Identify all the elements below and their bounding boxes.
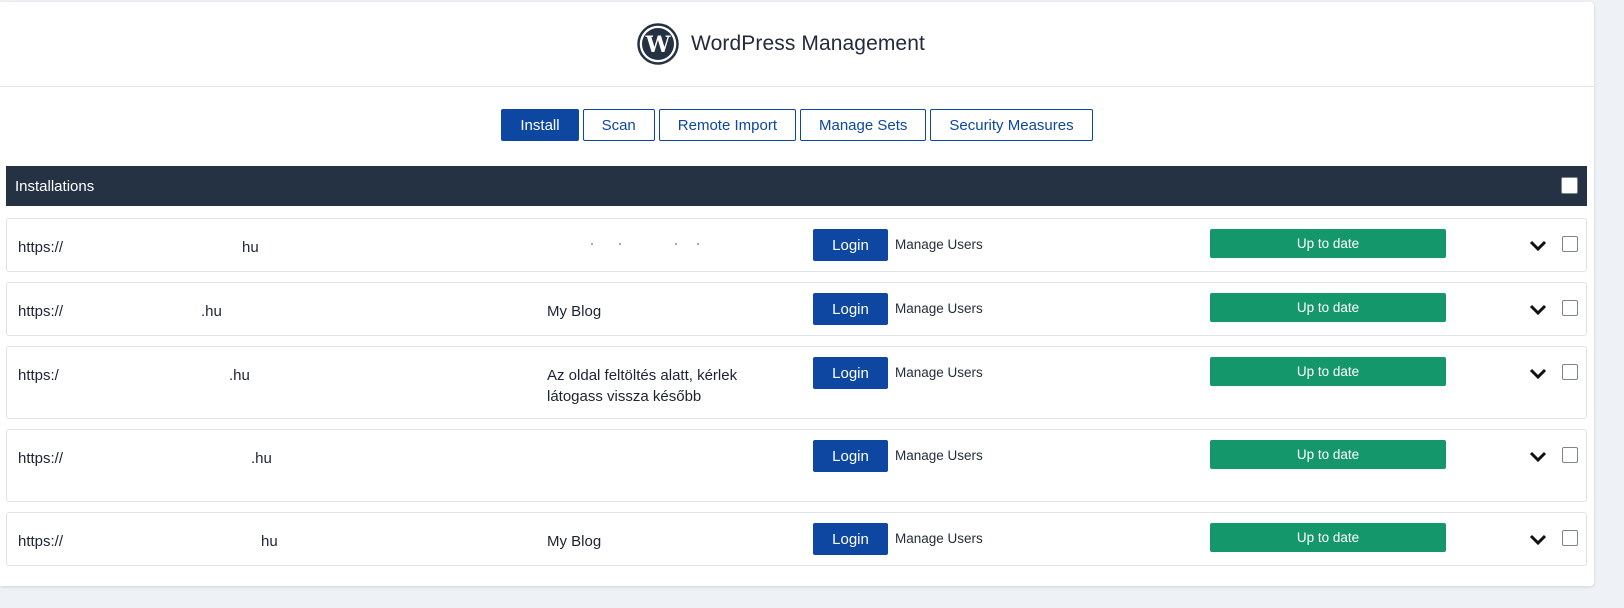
login-button[interactable]: Login [813, 293, 888, 325]
redacted-dot [591, 243, 593, 245]
login-button[interactable]: Login [813, 229, 888, 261]
wordpress-logo-icon: W [637, 23, 679, 65]
row-select-checkbox[interactable] [1562, 236, 1578, 252]
row-select-checkbox[interactable] [1562, 530, 1578, 546]
installations-title: Installations [15, 177, 95, 195]
installation-site-title: My Blog [547, 533, 602, 550]
installation-url-prefix[interactable]: https:// [18, 239, 63, 256]
status-badge[interactable]: Up to date [1210, 440, 1446, 469]
installation-url-prefix[interactable]: https:// [18, 533, 63, 550]
installation-url-domain[interactable]: .hu [201, 303, 222, 320]
chevron-down-icon[interactable] [1529, 367, 1547, 381]
tab-remote-import[interactable]: Remote Import [658, 109, 796, 141]
installation-url-domain[interactable]: .hu [229, 367, 250, 384]
status-badge[interactable]: Up to date [1210, 523, 1446, 552]
manage-users-link[interactable]: Manage Users [895, 531, 983, 546]
installation-row: https:// .hu Login Manage Users Up to da… [6, 429, 1587, 502]
page-header: W WordPress Management [0, 2, 1594, 87]
row-select-checkbox[interactable] [1562, 364, 1578, 380]
installation-row: https:// .hu My Blog Login Manage Users … [6, 282, 1587, 336]
login-button[interactable]: Login [813, 357, 888, 389]
manage-users-link[interactable]: Manage Users [895, 301, 983, 316]
chevron-down-icon[interactable] [1529, 533, 1547, 547]
installation-site-title: Az oldal feltöltés alatt, kérlek látogas… [547, 367, 738, 405]
tab-install[interactable]: Install [501, 109, 579, 141]
installation-url-prefix[interactable]: https:/ [18, 367, 59, 384]
login-button[interactable]: Login [813, 440, 888, 472]
page-title: WordPress Management [691, 32, 925, 55]
tab-manage-sets[interactable]: Manage Sets [799, 109, 927, 141]
select-all-checkbox[interactable] [1561, 177, 1578, 194]
login-button[interactable]: Login [813, 523, 888, 555]
installation-row: https:// hu My Blog Login Manage Users U… [6, 512, 1587, 566]
redacted-dot [619, 243, 621, 245]
installation-url-domain[interactable]: .hu [251, 450, 272, 467]
row-select-checkbox[interactable] [1562, 300, 1578, 316]
installation-site-title: My Blog [547, 303, 602, 320]
row-select-checkbox[interactable] [1562, 447, 1578, 463]
redacted-dot [675, 243, 677, 245]
tab-bar: Install Scan Remote Import Manage Sets S… [0, 109, 1594, 141]
tab-security-measures[interactable]: Security Measures [930, 109, 1093, 141]
installation-url-prefix[interactable]: https:// [18, 450, 63, 467]
manage-users-link[interactable]: Manage Users [895, 448, 983, 463]
status-badge[interactable]: Up to date [1210, 357, 1446, 386]
chevron-down-icon[interactable] [1529, 239, 1547, 253]
status-badge[interactable]: Up to date [1210, 229, 1446, 258]
manage-users-link[interactable]: Manage Users [895, 365, 983, 380]
tab-scan[interactable]: Scan [582, 109, 655, 141]
status-badge[interactable]: Up to date [1210, 293, 1446, 322]
manage-users-link[interactable]: Manage Users [895, 237, 983, 252]
redacted-dot [697, 243, 699, 245]
installation-url-domain[interactable]: hu [261, 533, 278, 550]
chevron-down-icon[interactable] [1529, 303, 1547, 317]
installation-row: https:// hu Login Manage Users Up to dat… [6, 218, 1587, 272]
installation-url-prefix[interactable]: https:// [18, 303, 63, 320]
svg-text:W: W [645, 32, 671, 58]
installation-url-domain[interactable]: hu [242, 239, 259, 256]
chevron-down-icon[interactable] [1529, 450, 1547, 464]
installations-header: Installations [6, 166, 1587, 206]
installation-row: https:/ .hu Az oldal feltöltés alatt, ké… [6, 346, 1587, 419]
